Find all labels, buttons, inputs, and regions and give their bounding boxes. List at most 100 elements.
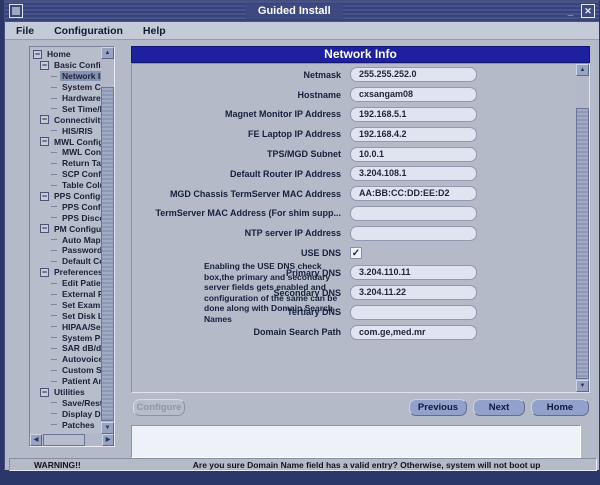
tree-item-table-column-sele[interactable]: Table Column Sele bbox=[31, 180, 101, 191]
field-label: TPS/MGD Subnet bbox=[132, 149, 350, 159]
tree-item-mwl-configuration[interactable]: −MWL Configuration bbox=[31, 136, 101, 147]
tree-item-mwl-config-detail[interactable]: MWL Config Detail bbox=[31, 147, 101, 158]
home-button[interactable]: Home bbox=[531, 399, 589, 416]
tree-item-network-info[interactable]: Network Info bbox=[31, 71, 101, 82]
tree-connector bbox=[51, 304, 57, 305]
tree-item-hardware-configur[interactable]: Hardware Configur bbox=[31, 93, 101, 104]
tree-item-custom-settings[interactable]: Custom Settings bbox=[31, 365, 101, 376]
tree-item-return-tag-configu[interactable]: Return Tag Configu bbox=[31, 158, 101, 169]
tree-item-label: External Product C bbox=[60, 289, 101, 299]
input-primary-dns[interactable]: 3.204.110.11 bbox=[350, 265, 477, 280]
input-termserver-mac-address-for-shim-supp[interactable] bbox=[350, 206, 477, 221]
input-secondary-dns[interactable]: 3.204.11.22 bbox=[350, 285, 477, 300]
scroll-up-icon[interactable]: ▲ bbox=[101, 47, 114, 59]
tree-item-his-ris[interactable]: HIS/RIS bbox=[31, 125, 101, 136]
form-row-termserver-mac-address-for-shim-supp: TermServer MAC Address (For shim supp... bbox=[132, 204, 576, 224]
tree-connector bbox=[51, 294, 57, 295]
tree-collapse-icon[interactable]: − bbox=[40, 268, 49, 277]
close-button[interactable]: ✕ bbox=[581, 4, 595, 18]
tree-connector bbox=[51, 315, 57, 316]
tree-item-sar-db-dt-level[interactable]: SAR dB/dt Level bbox=[31, 343, 101, 354]
scroll-right-icon[interactable]: ▶ bbox=[102, 434, 114, 446]
tree-item-display-dvd-cd-r[interactable]: Display DVD/CD-R bbox=[31, 408, 101, 419]
menu-bar: File Configuration Help bbox=[5, 22, 599, 40]
input-netmask[interactable]: 255.255.252.0 bbox=[350, 67, 477, 82]
tree-collapse-icon[interactable]: − bbox=[40, 137, 49, 146]
tree-item-label: Default Configurat bbox=[60, 256, 101, 266]
input-fe-laptop-ip-address[interactable]: 192.168.4.2 bbox=[350, 127, 477, 142]
tree-item-password-configur[interactable]: Password Configur bbox=[31, 245, 101, 256]
tree-item-autovoice[interactable]: Autovoice bbox=[31, 354, 101, 365]
tree-item-label: System Configure bbox=[60, 82, 101, 92]
tree-item-label: PM Configuration bbox=[52, 224, 101, 234]
configure-button: Configure bbox=[133, 399, 185, 416]
input-hostname[interactable]: cxsangam08 bbox=[350, 87, 477, 102]
tree-item-label: Set Time/Date bbox=[60, 104, 101, 114]
tree-collapse-icon[interactable]: − bbox=[40, 115, 49, 124]
tree-vscroll-thumb[interactable] bbox=[101, 87, 114, 421]
tree-item-set-exam-number[interactable]: Set Exam Number bbox=[31, 299, 101, 310]
tree-item-home[interactable]: −Home bbox=[31, 49, 101, 60]
previous-button[interactable]: Previous bbox=[409, 399, 467, 416]
tree-item-pps-discontinue-re[interactable]: PPS Discontinue Re bbox=[31, 212, 101, 223]
tree-item-label: Utilities bbox=[52, 387, 87, 397]
tree-item-dbreset-image-fr[interactable]: DBReset Image/Fr bbox=[31, 430, 101, 433]
tree-item-auto-mapping-con[interactable]: Auto Mapping Con bbox=[31, 234, 101, 245]
input-tertiary-dns[interactable] bbox=[350, 305, 477, 320]
form-vscroll-thumb[interactable] bbox=[576, 108, 589, 379]
next-button[interactable]: Next bbox=[473, 399, 525, 416]
form-row-use-dns: USE DNS✓ bbox=[132, 243, 576, 263]
tree-collapse-icon[interactable]: − bbox=[40, 61, 49, 70]
window-menu-button[interactable] bbox=[9, 4, 23, 18]
minimize-button[interactable]: _ bbox=[564, 4, 577, 18]
tree-item-system-preferences[interactable]: System Preferences bbox=[31, 332, 101, 343]
tree-item-patches[interactable]: Patches bbox=[31, 419, 101, 430]
tree-item-default-configurat[interactable]: Default Configurat bbox=[31, 256, 101, 267]
tree-item-external-product-c[interactable]: External Product C bbox=[31, 289, 101, 300]
input-domain-search-path[interactable]: com.ge,med.mr bbox=[350, 325, 477, 340]
input-ntp-server-ip-address[interactable] bbox=[350, 226, 477, 241]
tree-collapse-icon[interactable]: − bbox=[40, 224, 49, 233]
input-mgd-chassis-termserver-mac-address[interactable]: AA:BB:CC:DD:EE:D2 bbox=[350, 186, 477, 201]
tree-item-label: Password Configur bbox=[60, 245, 101, 255]
check-icon: ✓ bbox=[352, 248, 360, 259]
scroll-up-icon[interactable]: ▲ bbox=[576, 64, 589, 76]
tree-item-set-time-date[interactable]: Set Time/Date bbox=[31, 103, 101, 114]
tree-item-scp-configure[interactable]: SCP Configure bbox=[31, 169, 101, 180]
tree-connector bbox=[51, 98, 57, 99]
menu-configuration[interactable]: Configuration bbox=[48, 24, 129, 38]
use-dns-checkbox[interactable]: ✓ bbox=[350, 247, 362, 259]
tree-item-label: Display DVD/CD-R bbox=[60, 409, 101, 419]
tree-item-edit-patient-data[interactable]: Edit Patient Data bbox=[31, 278, 101, 289]
menu-help[interactable]: Help bbox=[137, 24, 172, 38]
tree-item-preferences[interactable]: −Preferences bbox=[31, 267, 101, 278]
input-default-router-ip-address[interactable]: 3.204.108.1 bbox=[350, 166, 477, 181]
tree-item-pm-configuration[interactable]: −PM Configuration bbox=[31, 223, 101, 234]
tree-item-utilities[interactable]: −Utilities bbox=[31, 387, 101, 398]
scroll-down-icon[interactable]: ▼ bbox=[576, 380, 589, 392]
tree-collapse-icon[interactable]: − bbox=[33, 50, 42, 59]
tree-item-label: Set Exam Number bbox=[60, 300, 101, 310]
tree-item-pps-configure[interactable]: PPS Configure bbox=[31, 201, 101, 212]
tree-item-patient-anonymiza[interactable]: Patient Anonymiza bbox=[31, 376, 101, 387]
tree-item-pps-configuration[interactable]: −PPS Configuration bbox=[31, 191, 101, 202]
field-label: Hostname bbox=[132, 90, 350, 100]
form-row-hostname: Hostnamecxsangam08 bbox=[132, 85, 576, 105]
tree-item-connectivity[interactable]: −Connectivity bbox=[31, 114, 101, 125]
tree-hscroll-thumb[interactable] bbox=[43, 434, 85, 446]
tree-collapse-icon[interactable]: − bbox=[40, 388, 49, 397]
scroll-left-icon[interactable]: ◀ bbox=[30, 434, 42, 446]
tree-item-basic-configuration[interactable]: −Basic Configuration bbox=[31, 60, 101, 71]
tree-connector bbox=[51, 413, 57, 414]
input-magnet-monitor-ip-address[interactable]: 192.168.5.1 bbox=[350, 107, 477, 122]
tree-collapse-icon[interactable]: − bbox=[40, 192, 49, 201]
title-bar[interactable]: Guided Install _ ✕ bbox=[5, 1, 599, 22]
scroll-down-icon[interactable]: ▼ bbox=[101, 422, 114, 434]
tree-item-save-restore[interactable]: Save/Restore bbox=[31, 398, 101, 409]
window-title: Guided Install bbox=[246, 4, 343, 19]
menu-file[interactable]: File bbox=[10, 24, 40, 38]
input-tps-mgd-subnet[interactable]: 10.0.1 bbox=[350, 147, 477, 162]
tree-item-system-configure[interactable]: System Configure bbox=[31, 82, 101, 93]
tree-item-set-disk-limit[interactable]: Set Disk Limit bbox=[31, 310, 101, 321]
tree-item-hipaa-security[interactable]: HIPAA/Security bbox=[31, 321, 101, 332]
